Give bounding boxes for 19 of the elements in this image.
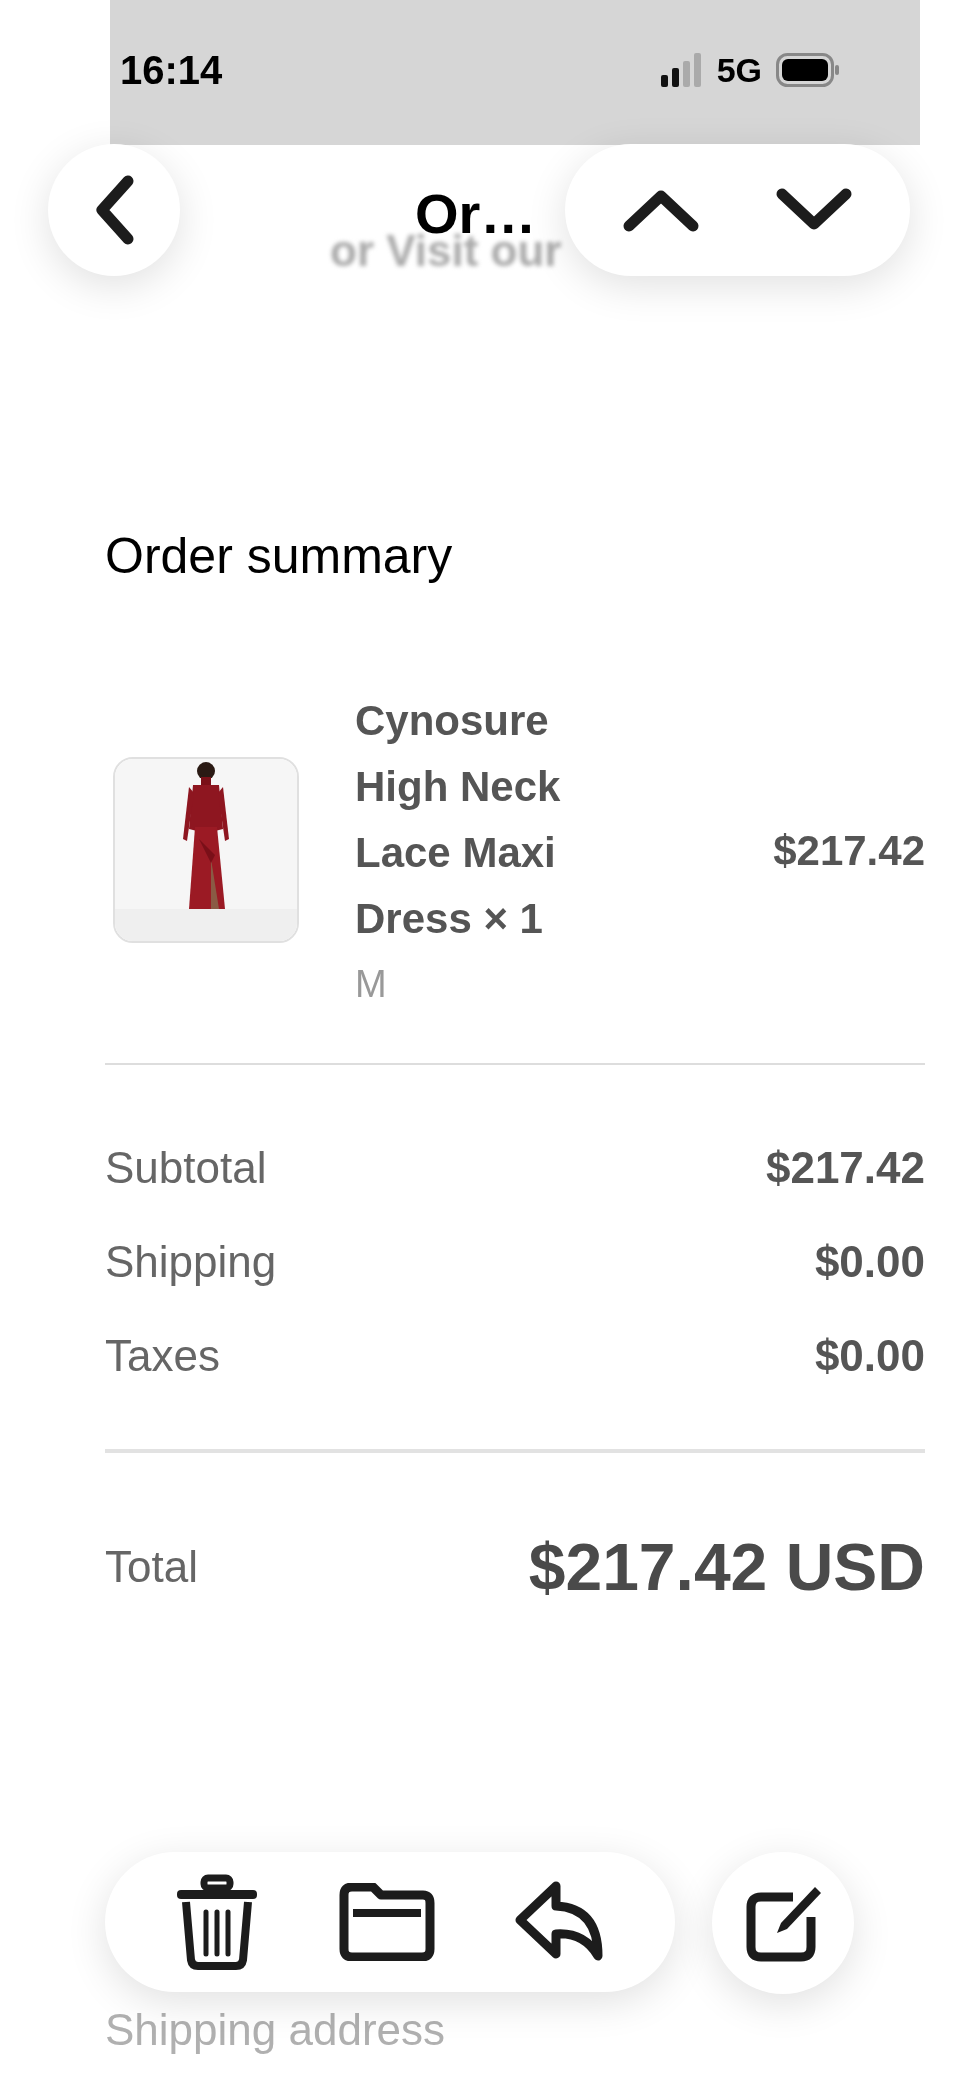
section-heading: Order summary	[105, 527, 454, 586]
shipping-address-label: Shipping address	[105, 2003, 446, 2056]
total-amount: $217.42 USD	[528, 1528, 925, 1606]
total-label: Total	[105, 1541, 198, 1593]
summary-amount: $217.42	[765, 1141, 925, 1194]
summary-label: Taxes	[105, 1329, 220, 1382]
network-label: 5G	[716, 49, 762, 91]
product-variant: M	[355, 961, 388, 1007]
back-icon	[94, 175, 134, 245]
summary-amount: $0.00	[814, 1235, 925, 1288]
summary-label: Subtotal	[105, 1141, 267, 1194]
summary-label: Shipping	[105, 1235, 277, 1288]
folder-icon[interactable]	[339, 1883, 435, 1961]
signal-icon	[660, 53, 703, 87]
summary-amount: $0.00	[814, 1329, 925, 1382]
battery-icon	[776, 53, 840, 87]
product-name: Cynosure High Neck Lace Maxi Dress × 1	[355, 695, 562, 944]
status-time: 16:14	[120, 47, 223, 94]
product-price: $217.42	[773, 825, 925, 876]
